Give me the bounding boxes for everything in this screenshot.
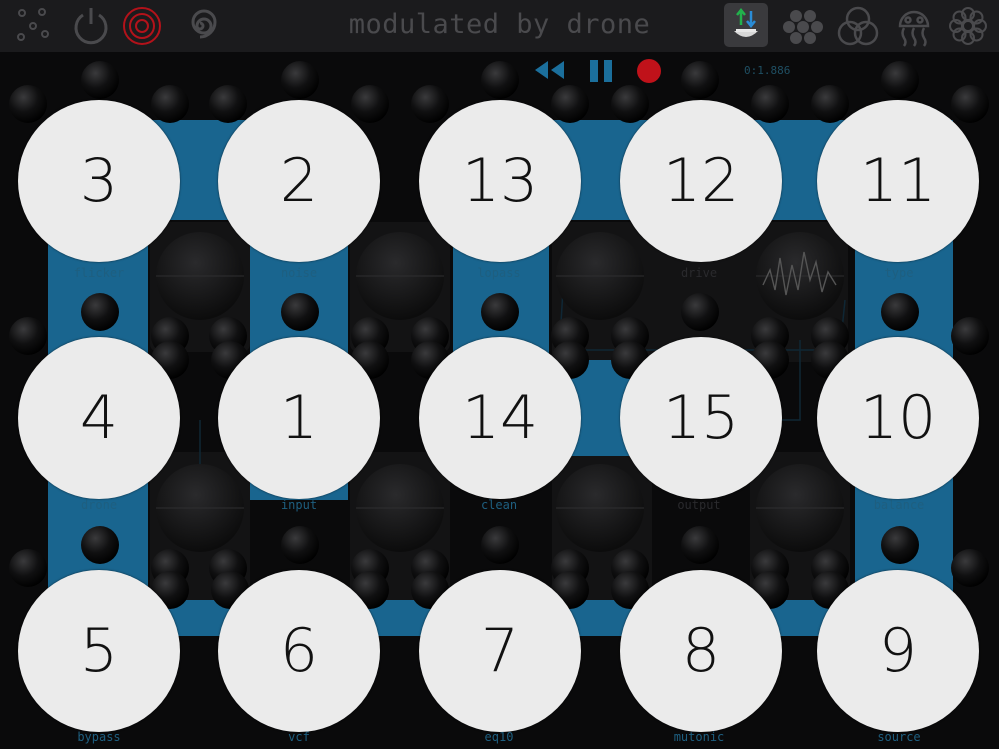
- slot-label: eq10: [484, 730, 514, 744]
- jellyfish-icon[interactable]: [892, 4, 936, 48]
- peg: [481, 61, 519, 99]
- number-disc[interactable]: 9: [817, 570, 979, 732]
- share-icon[interactable]: [724, 3, 768, 47]
- number-disc[interactable]: 3: [18, 100, 180, 262]
- slot-label: output: [677, 498, 721, 512]
- peg: [881, 526, 919, 564]
- peg: [681, 293, 719, 331]
- peg: [881, 293, 919, 331]
- number-disc[interactable]: 7: [419, 570, 581, 732]
- number-disc[interactable]: 4: [18, 337, 180, 499]
- pause-icon[interactable]: [588, 58, 614, 84]
- peg: [9, 549, 47, 587]
- peg: [81, 61, 119, 99]
- peg: [9, 317, 47, 355]
- slot-label: input: [280, 498, 318, 512]
- slot-label: vcf: [288, 730, 310, 744]
- peg: [881, 61, 919, 99]
- flower-icon[interactable]: [946, 4, 990, 48]
- slot-label: source: [877, 730, 921, 744]
- top-bar: modulated by drone: [0, 0, 999, 52]
- peg: [481, 293, 519, 331]
- peg: [81, 293, 119, 331]
- slot-label: type: [884, 266, 914, 280]
- number-disc[interactable]: 15: [620, 337, 782, 499]
- peg: [281, 61, 319, 99]
- peg: [281, 526, 319, 564]
- peg: [611, 85, 649, 123]
- number-disc[interactable]: 8: [620, 570, 782, 732]
- number-disc[interactable]: 5: [18, 570, 180, 732]
- record-icon[interactable]: [636, 58, 662, 84]
- timecode: 0:1.886: [744, 64, 791, 77]
- number-disc[interactable]: 2: [218, 100, 380, 262]
- peg: [151, 85, 189, 123]
- slot-label: drive: [680, 266, 718, 280]
- slot-label: flicker: [73, 266, 125, 280]
- peg: [681, 526, 719, 564]
- rewind-icon[interactable]: [532, 59, 566, 81]
- number-disc[interactable]: 6: [218, 570, 380, 732]
- number-disc[interactable]: 11: [817, 100, 979, 262]
- peg: [81, 526, 119, 564]
- peg: [951, 549, 989, 587]
- peg: [281, 293, 319, 331]
- transport-bar: 0:1.886: [530, 56, 830, 86]
- number-disc[interactable]: 12: [620, 100, 782, 262]
- venn-icon[interactable]: [836, 4, 880, 48]
- peg: [951, 317, 989, 355]
- number-disc[interactable]: 1: [218, 337, 380, 499]
- peg: [411, 85, 449, 123]
- peg: [209, 85, 247, 123]
- number-disc[interactable]: 13: [419, 100, 581, 262]
- peg: [551, 85, 589, 123]
- slot-label: clean: [480, 498, 518, 512]
- slot-label: balance: [873, 498, 925, 512]
- slot-label: mutonic: [673, 730, 725, 744]
- slot-label: bypass: [77, 730, 121, 744]
- peg: [951, 85, 989, 123]
- peg: [9, 85, 47, 123]
- peg: [811, 85, 849, 123]
- number-disc[interactable]: 14: [419, 337, 581, 499]
- peg: [351, 85, 389, 123]
- slot-label: lopass: [477, 266, 521, 280]
- peg: [481, 526, 519, 564]
- slot-label: noise: [280, 266, 318, 280]
- peg: [751, 85, 789, 123]
- slot-label: drone: [80, 498, 118, 512]
- number-disc[interactable]: 10: [817, 337, 979, 499]
- honeycomb-icon[interactable]: [783, 4, 827, 48]
